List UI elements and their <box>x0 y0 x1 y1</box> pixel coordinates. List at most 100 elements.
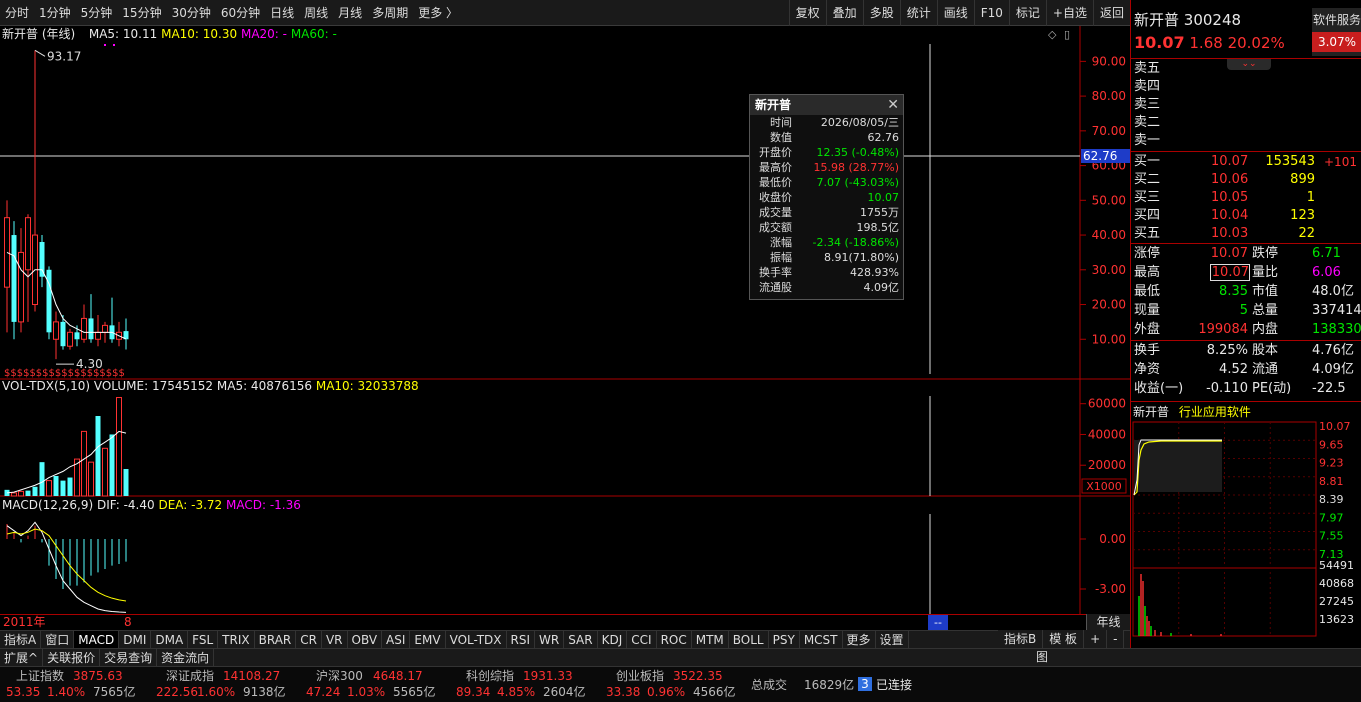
indicator-tab-5[interactable]: FSL <box>188 631 219 648</box>
indicator-tab-13[interactable]: VOL-TDX <box>446 631 507 648</box>
indicator-tab-23[interactable]: MCST <box>800 631 843 648</box>
volume-bar <box>18 490 24 497</box>
index-pct: 1.40% <box>47 685 86 699</box>
bid-price[interactable]: 10.05 <box>1211 189 1248 207</box>
indicator-tab-19[interactable]: ROC <box>657 631 692 648</box>
indicator-tab-18[interactable]: CCI <box>627 631 657 648</box>
indicator-right-tab-0[interactable]: 指标B <box>998 630 1044 648</box>
toolbar-5[interactable]: 60分钟 <box>216 0 265 26</box>
toolbar-right-8[interactable]: 返回 <box>1092 0 1130 26</box>
bottom-tab-0[interactable]: 扩展^ <box>0 649 44 666</box>
indicator-tab-3[interactable]: DMI <box>119 631 152 648</box>
toolbar-3[interactable]: 15分钟 <box>117 0 166 26</box>
sector-box[interactable]: 软件服务 3.07% <box>1312 8 1361 56</box>
connection-count[interactable]: 3 <box>858 677 872 691</box>
high-pointer <box>34 49 46 57</box>
stat2-key-2: 股本 <box>1252 343 1279 358</box>
bid-price[interactable]: 10.06 <box>1211 171 1248 189</box>
stat2-key-2: 流通 <box>1252 362 1279 377</box>
toolbar-4[interactable]: 30分钟 <box>167 0 216 26</box>
toolbar-right-3[interactable]: 统计 <box>899 0 937 26</box>
period-button[interactable]: 年线 <box>1086 614 1130 630</box>
bid-price[interactable]: 10.04 <box>1211 207 1248 225</box>
tooltip-title: 新开普 ✕ <box>750 95 903 115</box>
mini-intraday-chart[interactable]: 10.079.659.238.818.397.977.557.135449140… <box>1131 420 1361 638</box>
toolbar-10[interactable]: 更多 〉 <box>413 0 463 26</box>
indicator-tab-10[interactable]: OBV <box>348 631 383 648</box>
toolbar-right-5[interactable]: F10 <box>973 0 1009 26</box>
price-tick-label: 50.00 <box>1092 193 1126 207</box>
indicator-tab-7[interactable]: BRAR <box>255 631 297 648</box>
toolbar-1[interactable]: 1分钟 <box>34 0 76 26</box>
indicator-tab-1[interactable]: 窗口 <box>41 631 75 648</box>
stat-value-2: 337414 <box>1312 303 1361 318</box>
price-tick-label: 30.00 <box>1092 263 1126 277</box>
toolbar-9[interactable]: 多周期 <box>367 0 413 26</box>
indicator-right-tab-1[interactable]: 模 板 <box>1043 630 1085 648</box>
index-name[interactable]: 创业板指 <box>616 668 664 684</box>
bid-price[interactable]: 10.07 <box>1211 153 1248 171</box>
toolbar-right-1[interactable]: 叠加 <box>825 0 863 26</box>
indicator-right-tab-3[interactable]: - <box>1107 630 1125 648</box>
volume-bar <box>46 480 52 497</box>
tooltip-value: 198.5亿 <box>856 221 900 234</box>
quote-panel: 新开普 300248 软件服务 3.07% 10.07 1.68 20.02% … <box>1130 0 1361 648</box>
bottom-tab-1[interactable]: 关联报价 <box>43 649 101 666</box>
toolbar-7[interactable]: 周线 <box>299 0 333 26</box>
toolbar-right-0[interactable]: 复权 <box>788 0 826 26</box>
toolbar-8[interactable]: 月线 <box>333 0 367 26</box>
toolbar-0[interactable]: 分时 <box>0 0 34 26</box>
tooltip-value: 10.07 <box>867 191 900 204</box>
indicator-tab-22[interactable]: PSY <box>769 631 800 648</box>
indicator-tab-25[interactable]: 设置 <box>876 631 909 648</box>
chart-icon[interactable]: 图 <box>1034 649 1050 665</box>
toolbar-6[interactable]: 日线 <box>265 0 299 26</box>
chart-area[interactable]: 90.00 80.00 70.00 60.00 50.00 40.00 30.00 20.00… <box>0 26 1130 630</box>
indicator-tab-0[interactable]: 指标A <box>0 631 42 648</box>
bottom-tab-2[interactable]: 交易查询 <box>100 649 158 666</box>
indicator-tab-14[interactable]: RSI <box>507 631 536 648</box>
total-label: 总成交 <box>751 678 788 692</box>
indicator-tab-11[interactable]: ASI <box>382 631 411 648</box>
crosshair-value-label: 62.76 <box>1083 149 1117 163</box>
indicator-tab-17[interactable]: KDJ <box>598 631 628 648</box>
index-name[interactable]: 科创综指 <box>466 668 514 684</box>
indicator-tab-8[interactable]: CR <box>296 631 322 648</box>
index-name[interactable]: 深证成指 <box>166 668 214 684</box>
indicator-right-tab-2[interactable]: + <box>1084 630 1108 648</box>
indicator-tab-9[interactable]: VR <box>322 631 348 648</box>
indicator-tab-21[interactable]: BOLL <box>729 631 769 648</box>
vol-tick-label: 60000 <box>1088 397 1126 411</box>
toolbar-right-6[interactable]: 标记 <box>1008 0 1046 26</box>
indicator-tab-20[interactable]: MTM <box>692 631 729 648</box>
diamond-icon[interactable]: ◇ <box>1048 28 1056 41</box>
connection-status[interactable]: 已连接 <box>876 677 912 693</box>
index-name[interactable]: 沪深300 <box>316 668 363 684</box>
stat-key-2: 量比 <box>1252 265 1279 280</box>
toolbar-right-4[interactable]: 画线 <box>936 0 974 26</box>
toolbar-2[interactable]: 5分钟 <box>76 0 118 26</box>
indicator-tab-2[interactable]: MACD <box>74 631 120 648</box>
indicator-tab-12[interactable]: EMV <box>410 631 446 648</box>
tooltip-key: 涨幅 <box>770 236 792 249</box>
indicator-tab-15[interactable]: WR <box>535 631 565 648</box>
indicator-tab-6[interactable]: TRIX <box>218 631 255 648</box>
candle-body <box>95 331 101 340</box>
stat-key: 外盘 <box>1134 322 1161 337</box>
bid-price[interactable]: 10.03 <box>1211 225 1248 243</box>
data-tooltip: 新开普 ✕ 时间 2026/08/05/三 数值 62.76 开盘价 12.35 (-0.… <box>749 94 904 300</box>
close-icon[interactable]: ✕ <box>887 95 899 115</box>
indicator-tab-4[interactable]: DMA <box>151 631 189 648</box>
mini-industry[interactable]: 行业应用软件 <box>1179 405 1251 419</box>
bottom-tab-3[interactable]: 资金流向 <box>157 649 215 666</box>
index-name[interactable]: 上证指数 <box>16 668 64 684</box>
indicator-tab-16[interactable]: SAR <box>564 631 598 648</box>
tooltip-key: 收盘价 <box>759 191 792 204</box>
tooltip-row: 数值 62.76 <box>750 130 903 145</box>
kline-chart-svg[interactable]: 90.0080.0070.0060.0050.0040.0030.0020.00… <box>0 26 1130 630</box>
toolbar-right-2[interactable]: 多股 <box>862 0 900 26</box>
window-toggle-icon[interactable]: ▯ <box>1064 28 1070 41</box>
indicator-tab-24[interactable]: 更多 <box>843 631 876 648</box>
toolbar-right-7[interactable]: +自选 <box>1045 0 1093 26</box>
candle-body <box>102 324 108 333</box>
